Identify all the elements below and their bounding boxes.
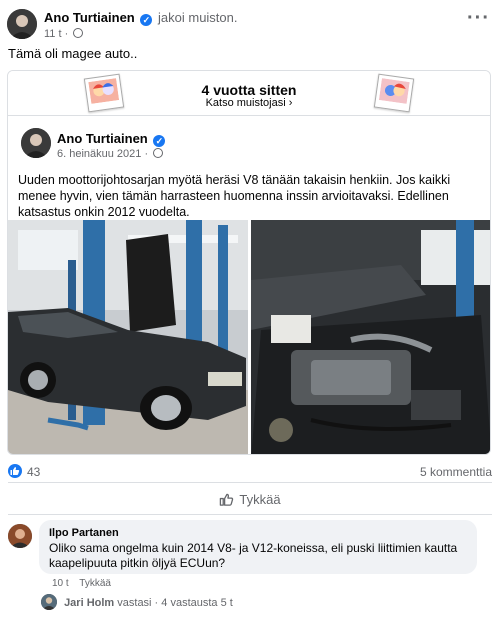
globe-icon: [73, 28, 84, 38]
commenter-name[interactable]: Ilpo Partanen: [49, 527, 467, 539]
post-action-text: jakoi muiston.: [158, 10, 238, 25]
memory-title: 4 vuotta sitten: [201, 82, 297, 98]
comment-time[interactable]: 10 t: [52, 578, 69, 589]
shared-post-meta: 6. heinäkuu 2021 ·: [57, 148, 164, 160]
like-count[interactable]: 43: [27, 465, 40, 479]
post-meta: 11 t ·: [44, 28, 84, 40]
comment-bubble: Ilpo Partanen Oliko sama ongelma kuin 20…: [39, 520, 477, 574]
post-text: Tämä oli magee auto..: [8, 46, 138, 61]
reply-summary: vastasi · 4 vastausta: [117, 597, 218, 609]
globe-icon: [153, 148, 164, 158]
post-header-line: Ano Turtiainen ✓ jakoi muiston.: [44, 10, 238, 26]
shared-author-avatar[interactable]: [21, 128, 51, 158]
post-header: Ano Turtiainen ✓ jakoi muiston. 11 t · ·…: [7, 7, 492, 41]
like-button[interactable]: Tykkää: [0, 488, 500, 512]
car-garage-photo[interactable]: [8, 220, 248, 454]
post-time[interactable]: 11 t: [44, 28, 62, 40]
author-avatar[interactable]: [7, 9, 37, 39]
verified-badge-icon: ✓: [140, 14, 153, 26]
memory-banner: 4 vuotta sitten Katso muistojasi ›: [8, 71, 490, 115]
see-memories-link[interactable]: Katso muistojasi ›: [8, 97, 490, 109]
comment-meta: 10 t Tykkää: [52, 578, 119, 589]
divider: [8, 514, 492, 515]
more-options-button[interactable]: ···: [467, 7, 490, 30]
author-name[interactable]: Ano Turtiainen: [44, 10, 135, 25]
reactions-row: 43 5 kommenttia: [8, 464, 492, 480]
shared-author-line: Ano Turtiainen ✓: [57, 131, 167, 147]
like-button-label: Tykkää: [239, 492, 281, 507]
reply-time: 5 t: [220, 597, 233, 609]
comment-like-button[interactable]: Tykkää: [79, 578, 111, 589]
divider: [8, 482, 492, 483]
polaroid-illustration-icon: [373, 73, 415, 113]
replier-avatar: [41, 594, 57, 610]
verified-badge-icon: ✓: [153, 135, 166, 147]
shared-post[interactable]: Ano Turtiainen ✓ 6. heinäkuu 2021 · Uude…: [8, 115, 490, 454]
comment-count[interactable]: 5 kommenttia: [420, 465, 492, 479]
commenter-avatar[interactable]: [8, 524, 32, 548]
memory-card: 4 vuotta sitten Katso muistojasi › Ano T…: [7, 70, 491, 455]
shared-author-name[interactable]: Ano Turtiainen: [57, 131, 148, 146]
comment-text: Oliko sama ongelma kuin 2014 V8- ja V12-…: [49, 541, 458, 570]
chevron-right-icon: ›: [288, 97, 293, 109]
shared-post-date[interactable]: 6. heinäkuu 2021: [57, 148, 141, 160]
engine-bay-photo[interactable]: [251, 220, 490, 454]
shared-post-text: Uuden moottorijohtosarjan myötä heräsi V…: [18, 173, 451, 219]
like-reaction-icon[interactable]: [8, 464, 22, 478]
replier-name: Jari Holm: [64, 597, 115, 609]
thumbs-up-icon: [220, 493, 234, 506]
see-memories-label: Katso muistojasi: [205, 97, 286, 109]
view-replies-link[interactable]: Jari Holm vastasi · 4 vastausta 5 t: [41, 594, 233, 610]
